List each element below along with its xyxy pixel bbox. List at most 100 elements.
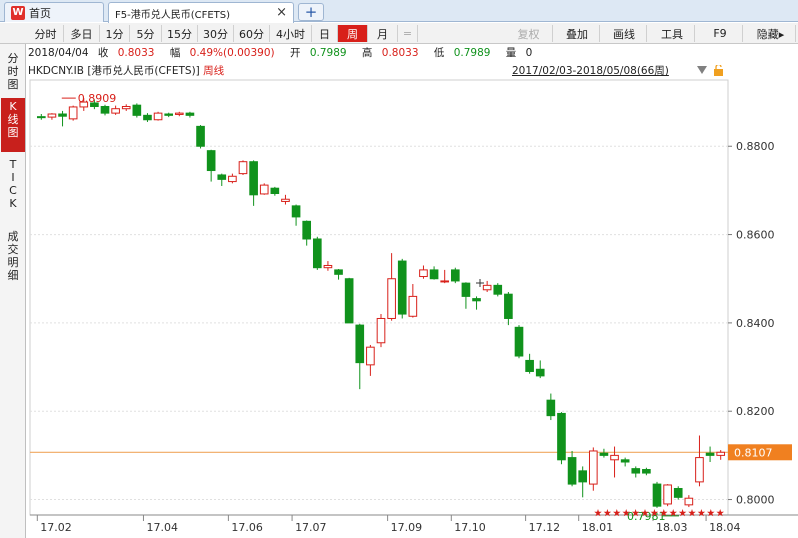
period-toolbar: 分时 多日 1分 5分 15分 30分 60分 4小时日周月 = 复权 叠加 画线 工具 F9 隐藏▸ — [0, 23, 798, 44]
candle-body — [684, 497, 694, 506]
candle-body — [100, 105, 110, 114]
x-tick-label: 17.10 — [454, 521, 486, 534]
high-value: 0.8033 — [381, 47, 419, 59]
candle-body — [143, 114, 152, 121]
candle-body — [366, 346, 375, 366]
change-value: 0.49%(0.00390) — [189, 47, 275, 59]
draw-line-button[interactable]: 画线 — [602, 25, 647, 42]
candle-body — [196, 125, 205, 147]
range-controls[interactable] — [697, 65, 727, 77]
close-value: 0.8033 — [117, 47, 155, 59]
candle-body — [228, 175, 237, 183]
x-tick-label: 17.07 — [295, 521, 327, 534]
kline-chart[interactable]: 0.8800 0.8600 0.8400 0.8200 0.8000 17.02 17.04… — [0, 0, 798, 538]
candle-body — [249, 161, 258, 196]
volume-label: 量 — [505, 47, 517, 59]
candle-body — [663, 484, 672, 505]
candle-body — [206, 150, 216, 172]
x-tick-label: 18.01 — [582, 521, 614, 534]
candle-body — [652, 483, 662, 507]
candle-body — [111, 108, 120, 114]
view-sidebar: 分时图 K线图 TICK 成交明细 — [0, 44, 26, 538]
candle-body — [90, 102, 99, 107]
candle-body — [631, 468, 641, 474]
app-logo-icon: W — [11, 5, 25, 20]
candle-body — [259, 184, 269, 195]
period-6-button[interactable]: 60分 — [234, 25, 270, 42]
event-star-icon — [707, 509, 715, 517]
close-icon[interactable]: × — [276, 5, 287, 20]
event-star-icon — [697, 509, 706, 517]
sidebar-item-3[interactable]: 成交明细 — [1, 228, 25, 294]
candle-body — [376, 317, 386, 344]
period-0-button[interactable]: 分时 — [28, 25, 64, 42]
last-price-tag — [728, 444, 792, 461]
low-value: 0.7989 — [453, 47, 491, 59]
new-tab-button[interactable]: + — [298, 3, 324, 21]
event-star-icon — [678, 509, 687, 517]
period-2-button[interactable]: 1分 — [100, 25, 130, 42]
change-label: 幅 — [169, 47, 181, 59]
candle-body — [36, 116, 46, 119]
f9-button[interactable]: F9 — [698, 25, 743, 42]
period-10-button[interactable]: 月 — [368, 25, 398, 42]
candle-body — [344, 278, 354, 324]
x-tick-label: 17.02 — [40, 521, 72, 534]
candle-body — [355, 324, 365, 364]
hide-button[interactable]: 隐藏▸ — [746, 25, 796, 42]
sidebar-item-1[interactable]: K线图 — [1, 98, 25, 152]
low-label: 低 — [433, 47, 445, 59]
event-star-icon — [613, 509, 621, 517]
tab-home-label: 首页 — [29, 6, 51, 20]
candle-body — [567, 457, 577, 485]
sidebar-item-2[interactable]: TICK — [1, 156, 25, 224]
tools-button[interactable]: 工具 — [650, 25, 695, 42]
date-range[interactable]: 2017/02/03-2018/05/08(66周) — [512, 63, 669, 78]
candle-body — [79, 101, 89, 108]
event-star-icon — [594, 509, 602, 517]
tab-hkdcny-label: F5-港币兑人民币(CFETS) — [115, 9, 231, 21]
period-4-button[interactable]: 15分 — [162, 25, 198, 42]
event-star-icon — [716, 509, 724, 517]
candle-body — [578, 470, 588, 483]
event-star-icon — [688, 509, 696, 517]
candle-body — [121, 105, 131, 110]
candle-body — [185, 112, 195, 116]
event-star-icon — [650, 509, 659, 517]
candle-body — [461, 282, 471, 297]
tab-hkdcny[interactable]: F5-港币兑人民币(CFETS) × — [108, 2, 294, 23]
sidebar-item-0[interactable]: 分时图 — [1, 50, 25, 94]
candle-body — [68, 106, 78, 120]
candle-body — [535, 368, 545, 377]
last-price-label: 0.8107 — [734, 446, 773, 459]
tab-home[interactable]: W 首页 — [4, 2, 104, 22]
candle-body — [397, 260, 407, 315]
close-label: 收 — [97, 47, 109, 59]
x-tick-label: 17.06 — [231, 521, 263, 534]
candle-body — [673, 488, 683, 498]
period-7-button[interactable]: 4小时 — [270, 25, 312, 42]
candle-body — [525, 359, 534, 372]
x-tick-label: 18.03 — [656, 521, 688, 534]
candle-body — [312, 238, 322, 269]
candle-body — [493, 284, 503, 295]
menu-icon[interactable]: = — [398, 25, 418, 42]
period-5-button[interactable]: 30分 — [198, 25, 234, 42]
period-1-button[interactable]: 多日 — [64, 25, 100, 42]
event-star-icon — [631, 509, 640, 517]
restore-button[interactable]: 复权 — [505, 25, 553, 42]
overlay-button[interactable]: 叠加 — [555, 25, 600, 42]
event-star-icon — [669, 509, 677, 517]
candle-body — [546, 399, 556, 417]
candle-body — [164, 113, 174, 116]
candle-body — [482, 284, 492, 291]
y-tick-label: 0.8400 — [736, 317, 775, 330]
candle-body — [270, 187, 280, 194]
x-tick-label: 17.09 — [391, 521, 423, 534]
period-3-button[interactable]: 5分 — [130, 25, 162, 42]
min-label: 0.7981 — [627, 510, 666, 523]
y-tick-label: 0.8000 — [736, 494, 775, 507]
period-9-button[interactable]: 周 — [338, 25, 368, 42]
quote-date: 2018/04/04 — [28, 47, 89, 59]
period-8-button[interactable]: 日 — [312, 25, 338, 42]
